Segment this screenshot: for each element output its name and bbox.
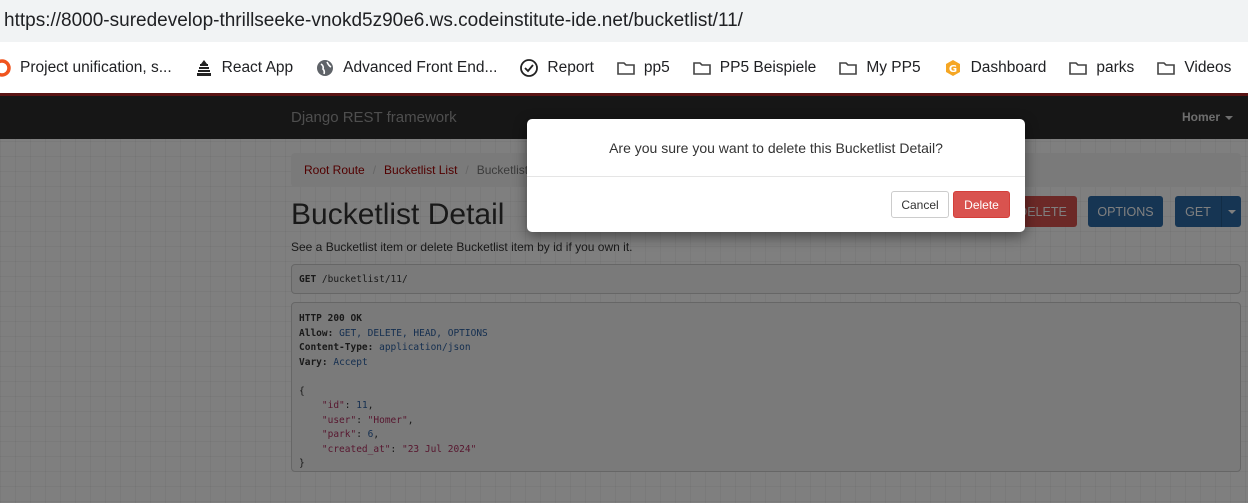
bookmarks-bar: Project unification, s... React App Adva… xyxy=(0,42,1248,93)
folder-icon xyxy=(1068,58,1088,78)
folder-icon xyxy=(838,58,858,78)
bookmark-label: My PP5 xyxy=(866,58,921,76)
react-app-icon xyxy=(194,58,214,78)
bookmark-8[interactable]: parks xyxy=(1068,58,1134,78)
bookmark-5[interactable]: PP5 Beispiele xyxy=(692,58,817,78)
bookmark-label: Project unification, s... xyxy=(20,58,172,76)
globe-icon xyxy=(315,58,335,78)
bookmark-label: parks xyxy=(1096,58,1135,76)
bookmark-label: pp5 xyxy=(643,58,670,76)
delete-confirm-modal: Are you sure you want to delete this Buc… xyxy=(527,119,1025,232)
folder-icon xyxy=(1156,58,1176,78)
confirm-delete-button[interactable]: Delete xyxy=(953,191,1010,218)
dashboard-icon: G xyxy=(943,58,963,78)
bookmark-6[interactable]: My PP5 xyxy=(838,58,921,78)
bookmark-label: Report xyxy=(547,58,594,76)
folder-icon xyxy=(616,58,636,78)
bookmark-label: React App xyxy=(221,58,294,76)
bookmark-label: Videos xyxy=(1184,58,1232,76)
check-circle-icon xyxy=(519,58,539,78)
bookmark-3[interactable]: Report xyxy=(519,58,594,78)
address-bar[interactable]: https://8000-suredevelop-thrillseeke-vno… xyxy=(0,0,1248,42)
modal-message: Are you sure you want to delete this Buc… xyxy=(527,119,1025,177)
bookmark-7[interactable]: G Dashboard xyxy=(943,58,1047,78)
opera-icon xyxy=(0,58,12,78)
bookmark-1[interactable]: React App xyxy=(194,58,294,78)
bookmark-9[interactable]: Videos xyxy=(1156,58,1231,78)
url-text: https://8000-suredevelop-thrillseeke-vno… xyxy=(4,10,743,31)
bookmark-0[interactable]: Project unification, s... xyxy=(0,58,172,78)
bookmark-2[interactable]: Advanced Front End... xyxy=(315,58,497,78)
svg-text:G: G xyxy=(948,64,956,75)
bookmark-label: PP5 Beispiele xyxy=(719,58,817,76)
bookmark-label: Advanced Front End... xyxy=(343,58,498,76)
modal-footer: Cancel Delete xyxy=(527,177,1025,232)
bookmark-4[interactable]: pp5 xyxy=(616,58,670,78)
folder-icon xyxy=(692,58,712,78)
cancel-button[interactable]: Cancel xyxy=(891,191,949,218)
bookmark-label: Dashboard xyxy=(970,58,1047,76)
